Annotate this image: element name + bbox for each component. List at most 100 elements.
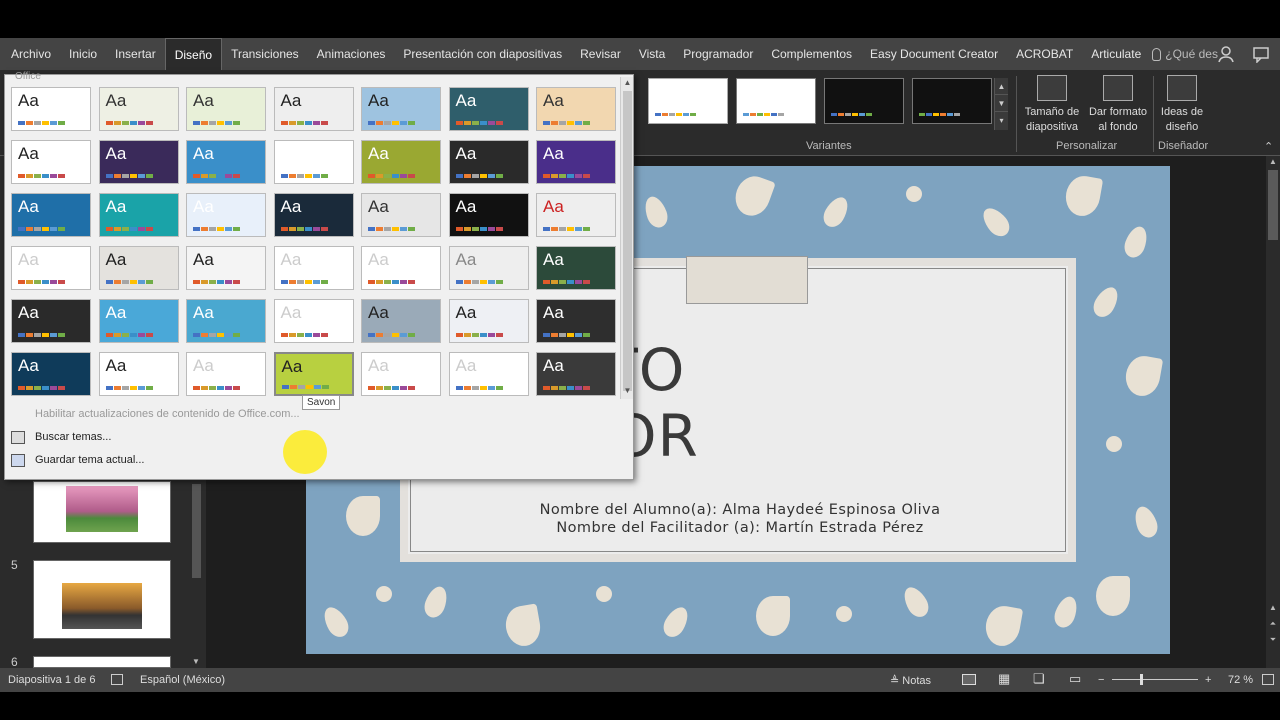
notes-toggle[interactable]: ≜ Notas xyxy=(890,674,931,687)
facilitator-name[interactable]: Nombre del Facilitador (a): Martín Estra… xyxy=(408,520,1072,536)
variant-black-2[interactable] xyxy=(912,78,992,124)
theme-thumbnail[interactable]: Aa xyxy=(536,246,616,290)
scroll-up-icon[interactable]: ▲ xyxy=(1267,156,1279,168)
theme-thumbnail[interactable]: Aa xyxy=(11,246,91,290)
theme-thumbnail[interactable]: Aa xyxy=(448,140,529,184)
tab-articulate[interactable]: Articulate xyxy=(1082,38,1150,70)
user-icon[interactable] xyxy=(1217,45,1235,63)
theme-thumbnail[interactable]: Aa xyxy=(536,193,616,237)
gallery-scrollbar[interactable]: ▲ ▼ xyxy=(620,77,633,399)
expand-gallery-icon[interactable]: ▾ xyxy=(995,112,1008,129)
format-background-button[interactable]: Dar formato al fondo xyxy=(1086,75,1150,135)
tab-diseno[interactable]: Diseño xyxy=(164,38,223,70)
tab-complementos[interactable]: Complementos xyxy=(762,38,861,70)
slide-thumbnail[interactable] xyxy=(33,481,171,543)
browse-themes-item[interactable]: Buscar temas... xyxy=(5,431,633,444)
reading-view-icon[interactable]: ❏ xyxy=(1033,671,1045,687)
theme-thumbnail[interactable]: Aa xyxy=(448,299,529,343)
theme-thumbnail[interactable]: Aa xyxy=(273,246,354,290)
theme-thumbnail[interactable]: Aa xyxy=(98,246,179,290)
tab-vista[interactable]: Vista xyxy=(630,38,674,70)
language[interactable]: Español (México) xyxy=(140,674,225,686)
tab-insertar[interactable]: Insertar xyxy=(106,38,165,70)
scroll-up-icon[interactable]: ▲ xyxy=(621,77,634,89)
save-theme-item[interactable]: Guardar tema actual... xyxy=(5,454,633,467)
theme-thumbnail[interactable]: Aa xyxy=(361,299,441,343)
tab-easy-document-creator[interactable]: Easy Document Creator xyxy=(861,38,1007,70)
zoom-level[interactable]: 72 % xyxy=(1228,674,1253,686)
thumbnails-scrollbar[interactable]: ▼ xyxy=(190,480,204,668)
theme-thumbnail[interactable]: Aa xyxy=(448,87,529,131)
tab-archivo[interactable]: Archivo xyxy=(2,38,60,70)
scroll-down-icon[interactable]: ▼ xyxy=(621,385,634,397)
tab-presentacion[interactable]: Presentación con diapositivas xyxy=(394,38,571,70)
theme-thumbnail[interactable]: Aa xyxy=(11,140,91,184)
tab-revisar[interactable]: Revisar xyxy=(571,38,630,70)
theme-thumbnail[interactable]: Aa xyxy=(361,246,441,290)
vertical-scrollbar[interactable]: ▲ ▲ ⏶ ⏷ xyxy=(1266,156,1280,668)
fit-slide-icon[interactable] xyxy=(1262,674,1274,685)
tab-inicio[interactable]: Inicio xyxy=(60,38,106,70)
theme-thumbnail[interactable]: Aa xyxy=(536,352,616,396)
theme-thumbnail[interactable]: Aa xyxy=(361,87,441,131)
theme-thumbnail[interactable]: Aa xyxy=(536,299,616,343)
slide-size-button[interactable]: Tamaño de diapositiva xyxy=(1020,75,1084,135)
slide-thumbnail[interactable] xyxy=(33,560,171,639)
scroll-up-icon[interactable]: ▲ xyxy=(995,78,1008,95)
theme-thumbnail[interactable]: Aa xyxy=(186,352,266,396)
theme-thumbnail[interactable]: Aa xyxy=(11,193,91,237)
tab-transiciones[interactable]: Transiciones xyxy=(222,38,308,70)
theme-thumbnail[interactable]: Aa xyxy=(98,140,179,184)
theme-thumbnail[interactable]: Aa xyxy=(186,246,266,290)
slide-thumbnail[interactable] xyxy=(33,656,171,668)
scroll-thumb[interactable] xyxy=(192,484,201,578)
theme-thumbnail[interactable]: Aa xyxy=(273,140,354,184)
comments-icon[interactable] xyxy=(1252,45,1270,63)
tab-acrobat[interactable]: ACROBAT xyxy=(1007,38,1082,70)
theme-thumbnail[interactable]: Aa xyxy=(186,193,266,237)
theme-thumbnail[interactable]: Aa xyxy=(98,87,179,131)
theme-thumbnail[interactable]: Aa xyxy=(11,352,91,396)
theme-thumbnail[interactable]: Aa xyxy=(448,193,529,237)
theme-thumbnail[interactable]: Aa xyxy=(536,87,616,131)
slideshow-icon[interactable]: ▭ xyxy=(1069,671,1081,687)
normal-view-icon[interactable] xyxy=(962,674,976,685)
theme-thumbnail[interactable]: Aa xyxy=(98,352,179,396)
theme-thumbnail[interactable]: Aa xyxy=(361,352,441,396)
zoom-slider[interactable] xyxy=(1112,679,1198,680)
variant-white-1[interactable] xyxy=(648,78,728,124)
prev-slide-icon[interactable]: ⏶ xyxy=(1267,618,1279,630)
theme-thumbnail[interactable]: Aa xyxy=(186,140,266,184)
scroll-down-icon[interactable]: ▲ xyxy=(1267,602,1279,614)
zoom-slider-thumb[interactable] xyxy=(1140,674,1143,685)
scroll-thumb[interactable] xyxy=(623,91,632,391)
theme-thumbnail[interactable]: Aa xyxy=(186,299,266,343)
collapse-ribbon-icon[interactable]: ⌃ xyxy=(1264,140,1273,153)
theme-thumbnail[interactable]: Aa xyxy=(361,140,441,184)
design-ideas-button[interactable]: Ideas de diseño xyxy=(1156,75,1208,135)
slide-sorter-icon[interactable]: ▦ xyxy=(998,671,1010,687)
theme-thumbnail[interactable]: Aa xyxy=(98,193,179,237)
theme-thumbnail[interactable]: Aa xyxy=(536,140,616,184)
student-name[interactable]: Nombre del Alumno(a): Alma Haydeé Espino… xyxy=(408,502,1072,518)
theme-thumbnail[interactable]: Aa xyxy=(98,299,179,343)
theme-thumbnail[interactable]: Aa xyxy=(448,246,529,290)
scroll-down-icon[interactable]: ▼ xyxy=(995,95,1008,112)
tab-programador[interactable]: Programador xyxy=(674,38,762,70)
zoom-in-icon[interactable]: + xyxy=(1205,674,1211,686)
theme-thumbnail[interactable]: Aa xyxy=(361,193,441,237)
theme-thumbnail[interactable]: Aa xyxy=(273,352,354,396)
theme-thumbnail[interactable]: Aa xyxy=(186,87,266,131)
scroll-down-icon[interactable]: ▼ xyxy=(192,657,200,666)
theme-thumbnail[interactable]: Aa xyxy=(448,352,529,396)
theme-thumbnail[interactable]: Aa xyxy=(273,193,354,237)
scroll-thumb[interactable] xyxy=(1268,170,1278,240)
theme-thumbnail[interactable]: Aa xyxy=(273,87,354,131)
theme-thumbnail[interactable]: Aa xyxy=(11,87,91,131)
theme-thumbnail[interactable]: Aa xyxy=(273,299,354,343)
variant-white-2[interactable] xyxy=(736,78,816,124)
spelling-icon[interactable] xyxy=(111,674,123,685)
zoom-out-icon[interactable]: − xyxy=(1098,674,1104,686)
variant-black-1[interactable] xyxy=(824,78,904,124)
tell-me-box[interactable]: ¿Qué des xyxy=(1152,47,1218,61)
